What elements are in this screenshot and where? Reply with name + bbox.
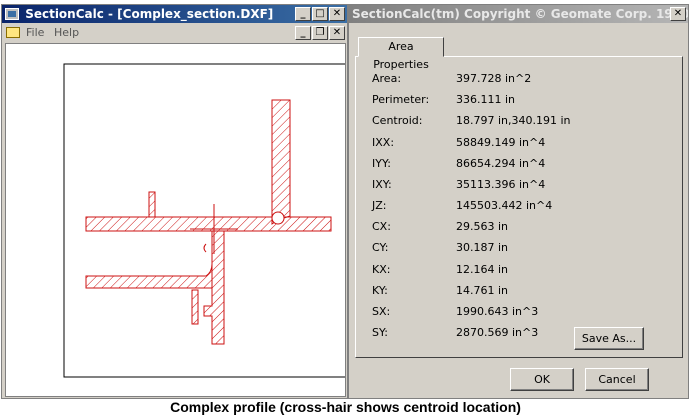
main-window-title: SectionCalc - [Complex_section.DXF] [25,7,274,21]
property-label: SX: [372,305,391,318]
property-value: 336.111 in [456,93,516,106]
dialog-title: SectionCalc(tm) Copyright © Geomate Corp… [352,7,688,21]
lower-flange [85,263,213,289]
property-label: KX: [372,263,391,276]
property-value: 397.728 in^2 [456,72,532,85]
left-lip [148,191,156,218]
lower-lip [191,289,199,325]
property-label: Area: [372,72,402,85]
property-value: 35113.396 in^4 [456,178,546,191]
notch-1 [203,243,207,253]
property-label: SY: [372,326,388,339]
area-properties-panel: Area: 397.728 in^2 Perimeter: 336.111 in Cen… [355,56,683,358]
cancel-button[interactable]: Cancel [585,368,649,391]
main-window: SectionCalc - [Complex_section.DXF] _ □ … [1,4,355,399]
property-value: 2870.569 in^3 [456,326,539,339]
property-value: 145503.442 in^4 [456,199,553,212]
app-icon[interactable] [5,8,19,20]
property-value: 12.164 in [456,263,509,276]
drawing-canvas[interactable] [5,43,355,397]
menu-file[interactable]: File [26,23,44,43]
property-label: Perimeter: [372,93,430,106]
property-value: 18.797 in,340.191 in [456,114,571,127]
property-value: 14.761 in [456,284,509,297]
property-value: 58849.149 in^4 [456,136,546,149]
folder-icon[interactable] [6,27,20,38]
property-label: IYY: [372,157,391,170]
property-label: CY: [372,241,389,254]
property-value: 86654.294 in^4 [456,157,546,170]
fillet-hole [271,211,285,225]
mdi-minimize-button[interactable]: _ [295,26,311,40]
menu-help[interactable]: Help [54,23,79,43]
property-label: IXY: [372,178,392,191]
property-label: Centroid: [372,114,423,127]
dialog-close-button[interactable]: ✕ [670,7,686,21]
vertical-flange [271,99,291,225]
ok-button[interactable]: OK [510,368,574,391]
property-label: JZ: [372,199,387,212]
maximize-button[interactable]: □ [312,7,328,21]
dialog-titlebar[interactable]: SectionCalc(tm) Copyright © Geomate Corp… [349,5,688,23]
section-drawing [63,63,355,378]
save-as-button[interactable]: Save As... [574,327,644,350]
property-value: 1990.643 in^3 [456,305,539,318]
main-titlebar[interactable]: SectionCalc - [Complex_section.DXF] _ □ … [2,5,347,23]
mdi-close-button[interactable]: ✕ [329,26,345,40]
figure-caption: Complex profile (cross-hair shows centro… [170,399,521,415]
tab-area-properties[interactable]: Area Properties [358,37,444,71]
property-value: 29.563 in [456,220,509,233]
close-button[interactable]: ✕ [329,7,345,21]
minimize-button[interactable]: _ [295,7,311,21]
property-value: 30.187 in [456,241,509,254]
area-properties-dialog: SectionCalc(tm) Copyright © Geomate Corp… [348,4,689,399]
property-label: KY: [372,284,388,297]
menubar: File Help _ ❐ ✕ [2,23,347,43]
property-label: IXX: [372,136,395,149]
property-label: CX: [372,220,391,233]
mdi-restore-button[interactable]: ❐ [312,26,328,40]
